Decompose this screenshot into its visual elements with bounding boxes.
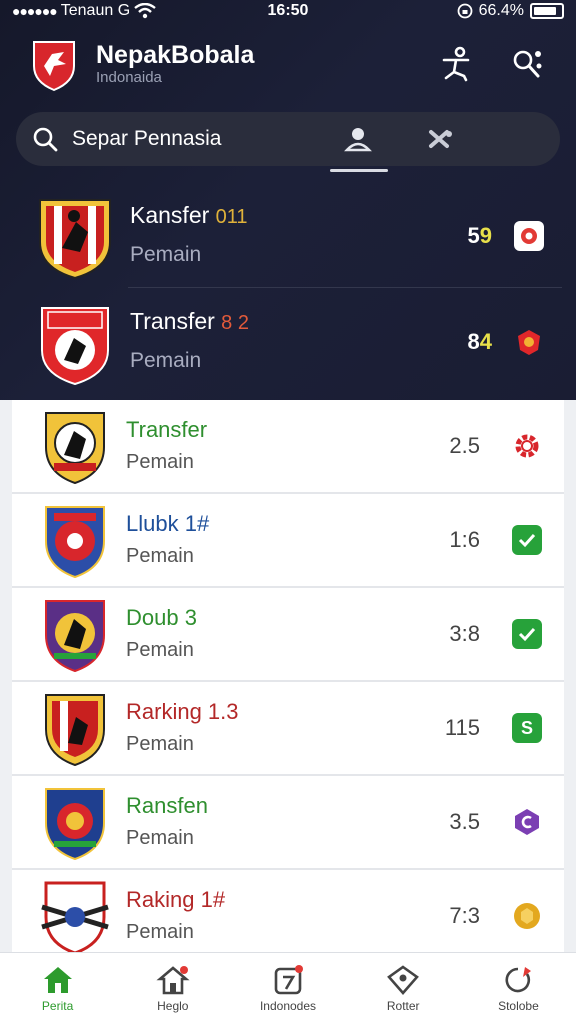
list-item-title: Raking 1#	[126, 887, 226, 912]
list-item-subtitle: Pemain	[126, 827, 194, 849]
active-tab-indicator	[330, 169, 388, 172]
featured-accent: 011	[215, 206, 248, 228]
shield-icon	[387, 964, 420, 995]
featured-score: 84	[467, 329, 493, 354]
club-crest-icon	[45, 694, 105, 767]
list-item-title: Doub 3	[126, 605, 197, 630]
nav-item-heglo[interactable]: Heglo	[115, 953, 230, 1024]
list-item[interactable]: Transfer Pemain 2.5	[12, 400, 564, 494]
person-icon	[344, 128, 372, 152]
nav-item-indonodes[interactable]: Indonodes	[230, 953, 345, 1024]
search-bar[interactable]: Separ Pennasia	[16, 112, 560, 172]
nav-label: Stolobe	[498, 998, 539, 1013]
nav-label: Rotter	[386, 998, 420, 1013]
status-badge[interactable]	[514, 327, 544, 357]
list-item-title: Llubk 1#	[126, 511, 210, 536]
list-item-subtitle: Pemain	[126, 921, 194, 943]
status-badge[interactable]	[512, 431, 542, 461]
badge-icon	[514, 903, 540, 929]
club-crest-icon	[45, 506, 105, 579]
gear-icon	[515, 434, 539, 458]
house-alert-icon	[156, 965, 190, 994]
check-icon	[518, 533, 536, 548]
clubs-filter-tab[interactable]	[410, 112, 470, 166]
header-area: ●●●●●● Tenaun G 16:50 66.4% NepakBobala …	[0, 0, 576, 400]
profile-settings-button[interactable]	[506, 44, 546, 84]
status-badge[interactable]: S	[512, 713, 542, 743]
pin-icon	[505, 966, 532, 992]
list-item-subtitle: Pemain	[126, 733, 194, 755]
alert-icon	[521, 228, 537, 244]
featured-subtitle: Pemain	[130, 349, 202, 372]
club-crest-icon	[45, 412, 105, 485]
club-crest-icon	[41, 307, 109, 386]
featured-subtitle: Pemain	[130, 243, 202, 266]
hexagon-icon	[515, 809, 539, 835]
list-item-score: 3:8	[449, 621, 480, 646]
list-item-title: Ransfen	[126, 793, 208, 818]
app-bar: NepakBobala Indonaida	[0, 28, 576, 100]
user-settings-icon	[513, 50, 542, 78]
featured-title: Kansfer	[130, 202, 210, 228]
status-badge[interactable]	[512, 807, 542, 837]
nav-label: Indonodes	[259, 998, 317, 1013]
club-crest-icon	[45, 600, 105, 673]
featured-accent: 8 2	[221, 312, 249, 334]
list-item-score: 115	[444, 715, 480, 740]
featured-row[interactable]: Kansfer 011 Pemain 59	[0, 184, 576, 288]
nav-label: Perita	[41, 998, 74, 1013]
battery-icon	[530, 3, 564, 19]
list-item-subtitle: Pemain	[126, 451, 194, 473]
search-input[interactable]: Separ Pennasia	[72, 127, 221, 151]
list-item[interactable]: Raking 1# Pemain 7:3	[12, 870, 564, 952]
app-subtitle: Indonaida	[96, 69, 162, 86]
app-title: NepakBobala	[96, 41, 255, 69]
player-icon	[442, 46, 470, 82]
list-item[interactable]: Llubk 1# Pemain 1:6	[12, 494, 564, 588]
bottom-nav: Perita Heglo Indonodes Rotter Stolobe	[0, 952, 576, 1024]
featured-score: 59	[467, 223, 493, 248]
list-item-score: 2.5	[449, 433, 480, 458]
list-item[interactable]: Rarking 1.3 Pemain 115 S	[12, 682, 564, 776]
status-badge[interactable]	[512, 619, 542, 649]
home-icon	[43, 966, 72, 993]
ticket-icon	[274, 964, 303, 994]
list-item-score: 7:3	[449, 903, 480, 928]
featured-title: Transfer	[130, 308, 215, 334]
club-crest-icon	[39, 199, 111, 280]
status-badge[interactable]	[512, 525, 542, 555]
list-item-subtitle: Pemain	[126, 639, 194, 661]
club-crest-icon	[41, 881, 109, 952]
list-item-title: Rarking 1.3	[126, 699, 239, 724]
nav-item-rotter[interactable]: Rotter	[346, 953, 461, 1024]
nav-item-home[interactable]: Perita	[0, 953, 115, 1024]
swap-icon	[429, 130, 452, 148]
status-badge[interactable]	[514, 221, 544, 251]
divider	[128, 287, 562, 288]
status-badge[interactable]	[512, 901, 542, 931]
list-item-subtitle: Pemain	[126, 545, 194, 567]
s-icon: S	[520, 717, 533, 738]
club-crest-icon	[45, 788, 105, 861]
players-filter-tab[interactable]	[328, 112, 388, 172]
check-icon	[518, 627, 536, 642]
nav-label: Heglo	[157, 998, 189, 1013]
featured-row[interactable]: Transfer 8 2 Pemain 84	[0, 290, 576, 394]
list-item-title: Transfer	[126, 417, 208, 442]
list-item-score: 1:6	[449, 527, 480, 552]
list-item[interactable]: Doub 3 Pemain 3:8	[12, 588, 564, 682]
clock: 16:50	[267, 2, 309, 19]
status-bar: ●●●●●● Tenaun G 16:50 66.4%	[0, 0, 576, 22]
transfer-action-button[interactable]	[436, 44, 476, 84]
search-icon	[33, 127, 58, 152]
shield-alert-icon	[518, 330, 540, 355]
list-item[interactable]: Ransfen Pemain 3.5	[12, 776, 564, 870]
app-logo	[33, 41, 75, 92]
player-list: Transfer Pemain 2.5 Llubk 1# Pemain 1:6 …	[12, 400, 564, 952]
nav-item-stolobe[interactable]: Stolobe	[461, 953, 576, 1024]
list-item-score: 3.5	[449, 809, 480, 834]
